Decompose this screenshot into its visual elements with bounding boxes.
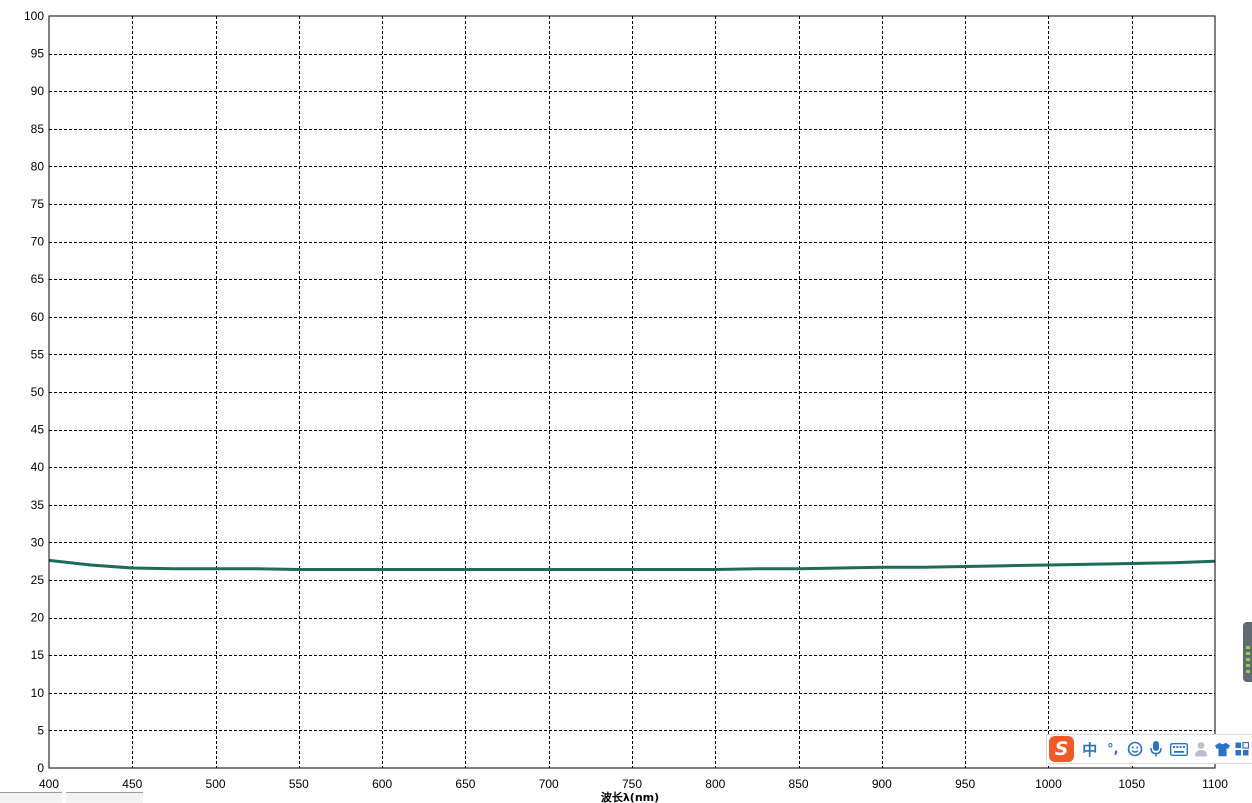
y-tick-label: 65: [31, 272, 45, 286]
y-tick-label: 30: [31, 535, 45, 549]
microphone-icon[interactable]: [1146, 737, 1167, 761]
input-mode-button[interactable]: 中: [1078, 737, 1101, 761]
x-tick-label: 1100: [1202, 777, 1228, 791]
x-tick-label: 400: [39, 777, 59, 791]
status-bar-segment: [0, 792, 62, 803]
x-tick-label: 650: [455, 777, 475, 791]
punctuation-mode-button[interactable]: °,: [1101, 737, 1124, 761]
x-tick-label: 1000: [1035, 777, 1062, 791]
y-tick-label: 90: [31, 84, 45, 98]
x-tick-label: 1050: [1118, 777, 1145, 791]
sogou-logo-icon[interactable]: S: [1049, 736, 1075, 762]
y-tick-label: 20: [31, 611, 45, 625]
x-tick-label: 450: [122, 777, 142, 791]
grid-icon[interactable]: [1233, 737, 1252, 761]
y-tick-label: 25: [31, 573, 45, 587]
ime-toolbar[interactable]: S 中 °,: [1046, 734, 1252, 764]
y-tick-label: 75: [31, 197, 45, 211]
x-tick-label: 800: [705, 777, 725, 791]
y-tick-label: 100: [24, 9, 44, 23]
y-tick-label: 50: [31, 385, 45, 399]
x-tick-label: 900: [872, 777, 892, 791]
y-tick-label: 10: [31, 686, 45, 700]
x-tick-label: 750: [622, 777, 642, 791]
y-tick-label: 80: [31, 159, 45, 173]
status-bar-segment: [66, 792, 143, 803]
y-tick-label: 70: [31, 235, 45, 249]
keyboard-icon[interactable]: [1167, 737, 1190, 761]
x-tick-label: 950: [955, 777, 975, 791]
y-tick-labels: 0 5 10 15 20 25 30 35 40 45 50 55 60 65 70 75 80 85 90 95 10…: [24, 9, 44, 775]
x-tick-label: 700: [539, 777, 559, 791]
user-icon[interactable]: [1190, 737, 1211, 761]
y-tick-label: 15: [31, 648, 45, 662]
smiley-icon[interactable]: [1124, 737, 1145, 761]
shirt-icon[interactable]: [1211, 737, 1232, 761]
y-tick-label: 85: [31, 122, 45, 136]
y-tick-label: 60: [31, 310, 45, 324]
y-tick-label: 45: [31, 423, 45, 437]
y-tick-label: 5: [37, 723, 44, 737]
audio-level-widget[interactable]: [1243, 622, 1252, 682]
line-chart: 0 5 10 15 20 25 30 35 40 45 50 55 60 65 70 75 80 85 90 95 10…: [24, 9, 1228, 803]
x-tick-label: 550: [289, 777, 309, 791]
y-tick-label: 40: [31, 460, 45, 474]
y-tick-label: 35: [31, 498, 45, 512]
grid-lines: [49, 16, 1215, 768]
x-tick-label: 600: [372, 777, 392, 791]
x-tick-labels: 400 450 500 550 600 650 700 750 800 850 900 950 1000…: [39, 777, 1228, 791]
x-tick-label: 850: [789, 777, 809, 791]
y-tick-label: 55: [31, 347, 45, 361]
y-tick-label: 0: [37, 761, 44, 775]
x-tick-label: 500: [206, 777, 226, 791]
x-axis-label: 波长λ(nm): [601, 790, 659, 803]
y-tick-label: 95: [31, 47, 45, 61]
